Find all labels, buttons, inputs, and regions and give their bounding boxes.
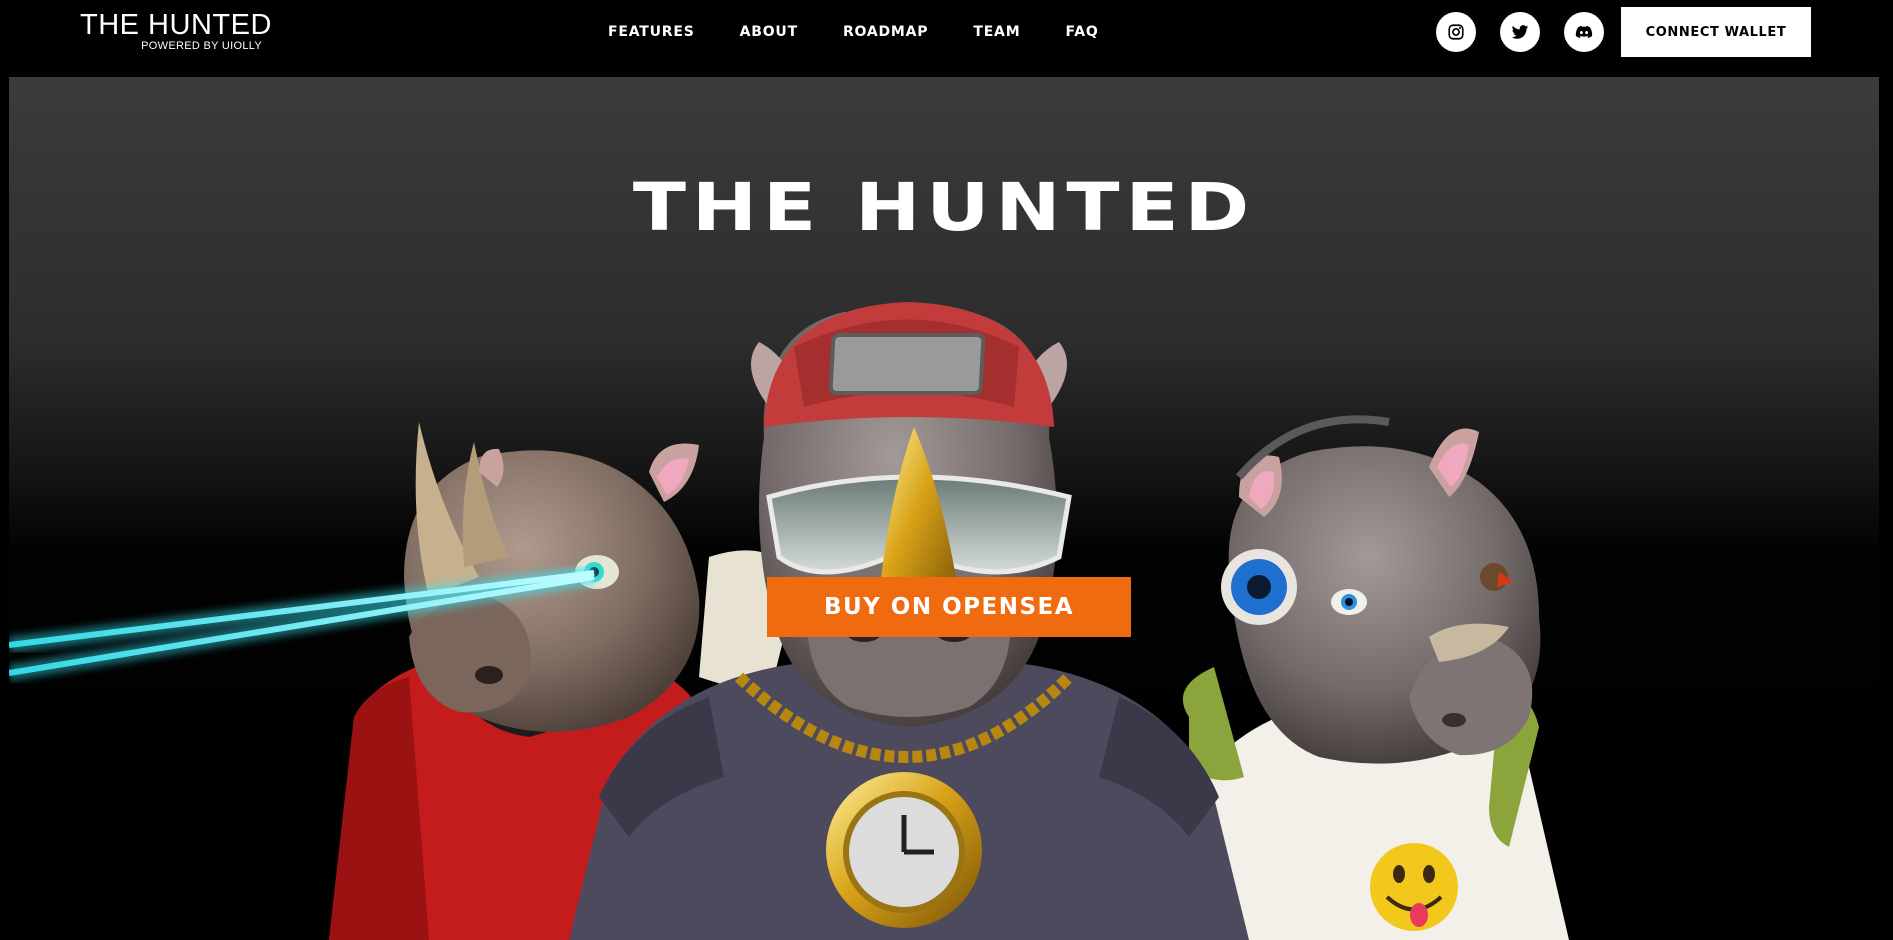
logo[interactable]: THE HUNTED POWERED BY UIOLLY (80, 10, 271, 54)
nav-about[interactable]: ABOUT (740, 24, 798, 40)
twitter-button[interactable] (1500, 12, 1540, 52)
site-header: THE HUNTED POWERED BY UIOLLY FEATURES AB… (0, 0, 1893, 64)
buy-on-opensea-button[interactable]: BUY ON OPENSEA (767, 577, 1131, 637)
twitter-icon (1511, 25, 1529, 39)
hero-title: THE HUNTED (632, 169, 1256, 246)
nav-features[interactable]: FEATURES (608, 24, 695, 40)
nav-roadmap[interactable]: ROADMAP (843, 24, 928, 40)
instagram-icon (1448, 24, 1464, 40)
connect-wallet-button[interactable]: CONNECT WALLET (1621, 7, 1811, 57)
main-nav: FEATURES ABOUT ROADMAP TEAM FAQ (608, 0, 1144, 64)
right-rhino (1179, 415, 1569, 940)
logo-title: THE HUNTED (80, 9, 272, 41)
instagram-button[interactable] (1436, 12, 1476, 52)
discord-icon (1575, 26, 1593, 38)
nav-faq[interactable]: FAQ (1065, 24, 1098, 40)
nav-team[interactable]: TEAM (973, 24, 1020, 40)
hero-banner: THE HUNTED BUY ON OPENSEA (9, 77, 1879, 940)
logo-subtitle: POWERED BY UIOLLY (141, 40, 262, 52)
discord-button[interactable] (1564, 12, 1604, 52)
